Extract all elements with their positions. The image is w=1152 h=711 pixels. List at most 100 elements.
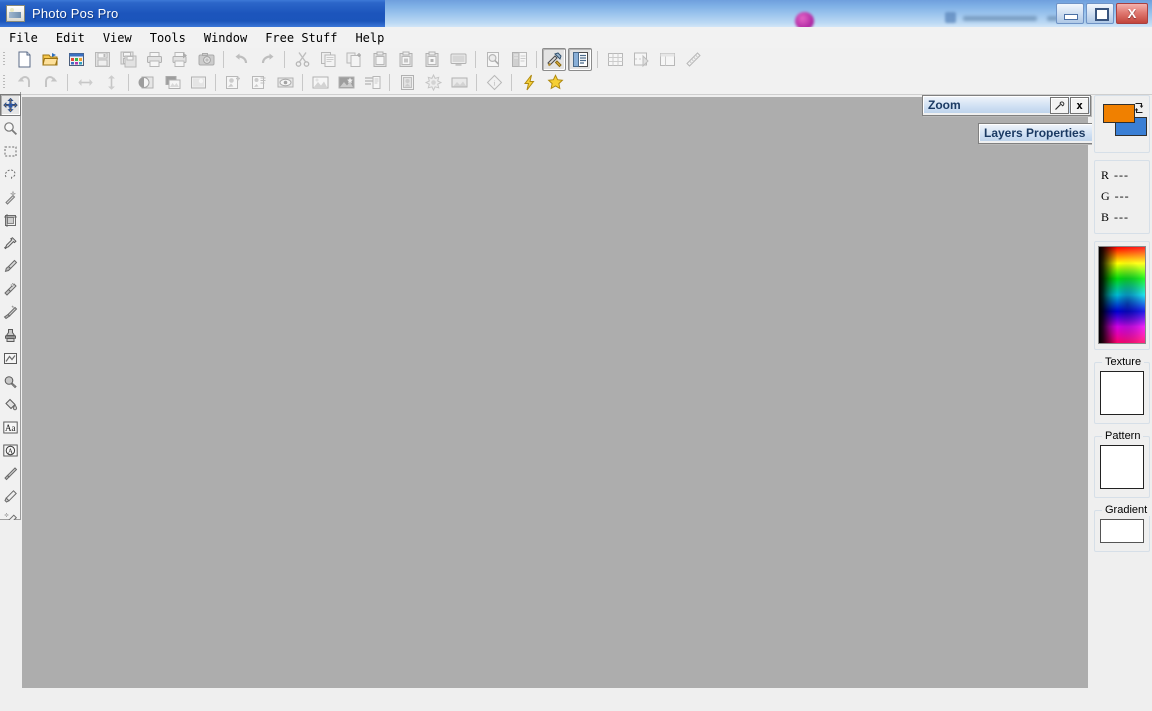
menu-item-edit[interactable]: Edit bbox=[47, 29, 94, 47]
close-button[interactable]: X bbox=[1116, 3, 1148, 24]
frame-button[interactable] bbox=[395, 71, 419, 94]
tool-spray[interactable] bbox=[0, 462, 21, 484]
window-title: Photo Pos Pro bbox=[32, 6, 118, 21]
cut-button[interactable] bbox=[290, 48, 314, 71]
tool-crop[interactable] bbox=[0, 209, 21, 231]
toolbar-group-history bbox=[228, 48, 280, 71]
image-enhance-button[interactable] bbox=[334, 71, 358, 94]
menu-item-tools[interactable]: Tools bbox=[141, 29, 195, 47]
gradient-swatch[interactable] bbox=[1100, 519, 1144, 543]
favorites-button[interactable] bbox=[543, 71, 567, 94]
save-button[interactable] bbox=[90, 48, 114, 71]
swap-colors-icon[interactable] bbox=[1133, 102, 1145, 114]
tool-move[interactable] bbox=[0, 94, 21, 116]
curves-button[interactable] bbox=[186, 71, 210, 94]
toolbar-row-1 bbox=[0, 48, 1152, 71]
toolbar-group-file bbox=[11, 48, 219, 71]
grid-button[interactable] bbox=[603, 48, 627, 71]
rotate-left-button[interactable] bbox=[12, 71, 36, 94]
pattern-swatch[interactable] bbox=[1100, 445, 1144, 489]
plugin-button[interactable]: i bbox=[482, 71, 506, 94]
tool-zoom[interactable] bbox=[0, 117, 21, 139]
toolbar-grip[interactable] bbox=[1, 73, 9, 92]
toolbar-group-filters bbox=[394, 71, 472, 94]
flip-horizontal-button[interactable] bbox=[73, 71, 97, 94]
foreground-color-swatch[interactable] bbox=[1103, 104, 1135, 123]
paste-into-button[interactable] bbox=[394, 48, 418, 71]
tool-clone-brush[interactable] bbox=[0, 301, 21, 323]
texture-effect-button[interactable] bbox=[421, 71, 445, 94]
add-layer-button[interactable] bbox=[221, 71, 245, 94]
toolbar-separator bbox=[215, 74, 216, 91]
tool-magic-wand[interactable] bbox=[0, 186, 21, 208]
undo-button[interactable] bbox=[229, 48, 253, 71]
tool-eyedropper[interactable] bbox=[0, 232, 21, 254]
color-swatches bbox=[1101, 102, 1145, 138]
paste-as-image-button[interactable] bbox=[446, 48, 470, 71]
svg-text:A: A bbox=[8, 447, 13, 455]
guides-button[interactable] bbox=[629, 48, 653, 71]
rgb-label-b: B bbox=[1101, 210, 1110, 224]
background-blurred-text bbox=[963, 16, 1037, 21]
tool-clone-stamp[interactable] bbox=[0, 324, 21, 346]
capture-button[interactable] bbox=[194, 48, 218, 71]
menu-item-view[interactable]: View bbox=[94, 29, 141, 47]
menu-item-window[interactable]: Window bbox=[195, 29, 256, 47]
minimize-button[interactable] bbox=[1056, 3, 1084, 24]
batch-button[interactable] bbox=[360, 71, 384, 94]
rotate-right-button[interactable] bbox=[38, 71, 62, 94]
paste-button[interactable] bbox=[368, 48, 392, 71]
layer-mask-button[interactable] bbox=[273, 71, 297, 94]
zoom-panel-close-button[interactable]: x bbox=[1070, 97, 1089, 114]
print-button[interactable] bbox=[142, 48, 166, 71]
new-file-button[interactable] bbox=[12, 48, 36, 71]
flip-vertical-button[interactable] bbox=[99, 71, 123, 94]
print-preview-button[interactable] bbox=[168, 48, 192, 71]
menu-item-free-stuff[interactable]: Free Stuff bbox=[256, 29, 346, 47]
tool-text[interactable]: Aa bbox=[0, 416, 21, 438]
quick-fix-button[interactable] bbox=[517, 71, 541, 94]
rgb-value-g: --- bbox=[1115, 189, 1130, 203]
image-effects-button[interactable] bbox=[308, 71, 332, 94]
tool-lasso-select[interactable] bbox=[0, 163, 21, 185]
browse-button[interactable] bbox=[64, 48, 88, 71]
paste-new-button[interactable] bbox=[420, 48, 444, 71]
tool-paint-bucket[interactable] bbox=[0, 393, 21, 415]
open-file-button[interactable] bbox=[38, 48, 62, 71]
image-info-button[interactable] bbox=[507, 48, 531, 71]
zoom-panel-titlebar[interactable]: Zoom x bbox=[923, 96, 1090, 113]
redo-button[interactable] bbox=[255, 48, 279, 71]
brightness-contrast-button[interactable] bbox=[134, 71, 158, 94]
tool-shape[interactable] bbox=[0, 347, 21, 369]
save-as-button[interactable] bbox=[116, 48, 140, 71]
toolbar-separator bbox=[223, 51, 224, 68]
tool-options-toggle[interactable] bbox=[542, 48, 566, 71]
toolbar-grip[interactable] bbox=[1, 50, 9, 69]
color-panel: R --- G --- B --- Texture Patter bbox=[1092, 95, 1152, 711]
layer-properties-button[interactable] bbox=[247, 71, 271, 94]
blur-effect-button[interactable] bbox=[447, 71, 471, 94]
menu-item-help[interactable]: Help bbox=[346, 29, 393, 47]
tool-eraser[interactable] bbox=[0, 485, 21, 507]
copy-button[interactable] bbox=[316, 48, 340, 71]
roll-up-icon[interactable] bbox=[1050, 97, 1069, 114]
ruler-button[interactable] bbox=[681, 48, 705, 71]
tool-blur-smudge[interactable] bbox=[0, 370, 21, 392]
menu-item-file[interactable]: File bbox=[0, 29, 47, 47]
color-spectrum-picker[interactable] bbox=[1098, 246, 1146, 344]
workspace-canvas[interactable] bbox=[22, 97, 1088, 688]
levels-button[interactable] bbox=[160, 71, 184, 94]
tool-rectangle-select[interactable] bbox=[0, 140, 21, 162]
tool-vector-text[interactable]: A bbox=[0, 439, 21, 461]
zoom-tool-button[interactable] bbox=[481, 48, 505, 71]
spectrum-shade-layer bbox=[1099, 247, 1145, 343]
background-blurred-icon bbox=[945, 12, 956, 23]
texture-swatch[interactable] bbox=[1100, 371, 1144, 415]
toolbar-group-plugin: i bbox=[481, 71, 507, 94]
maximize-button[interactable] bbox=[1086, 3, 1114, 24]
copy-merged-button[interactable] bbox=[342, 48, 366, 71]
panels-toggle[interactable] bbox=[568, 48, 592, 71]
tool-airbrush[interactable] bbox=[0, 278, 21, 300]
tool-paintbrush[interactable] bbox=[0, 255, 21, 277]
window-layout-button[interactable] bbox=[655, 48, 679, 71]
